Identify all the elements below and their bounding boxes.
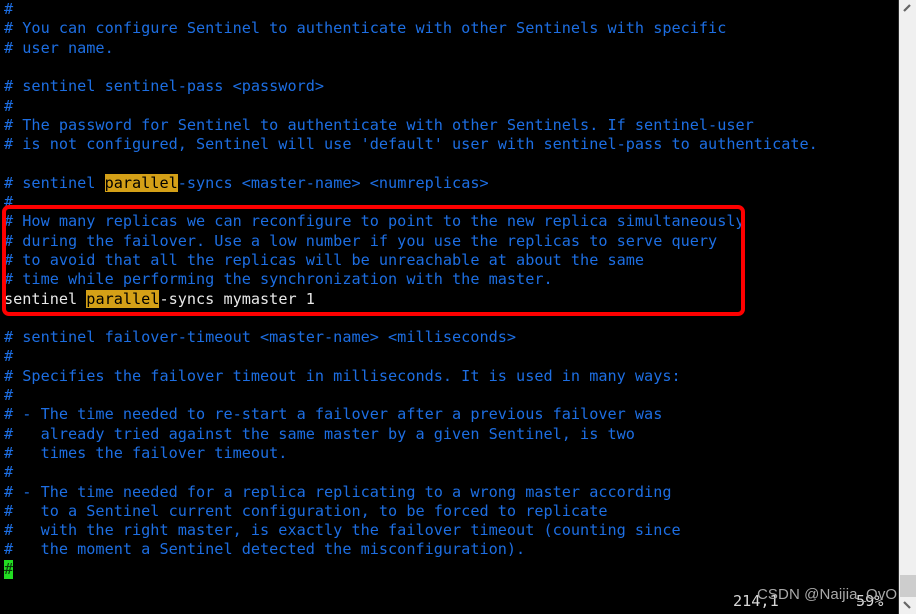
editor-line: # - The time needed to re-start a failov… — [4, 405, 663, 424]
vim-text-area[interactable]: # # You can configure Sentinel to authent… — [0, 0, 898, 614]
editor-line: # sentinel failover-timeout <master-name… — [4, 328, 517, 347]
scroll-down-arrow-icon[interactable] — [899, 597, 916, 614]
search-match-highlight: parallel — [104, 173, 178, 192]
editor-line: # Specifies the failover timeout in mill… — [4, 366, 681, 385]
editor-line: # — [4, 559, 14, 579]
editor-line: # — [4, 347, 14, 366]
editor-line: # — [4, 386, 14, 404]
editor-line: # - The time needed for a replica replic… — [4, 482, 672, 501]
editor-line: # The password for Sentinel to authentic… — [4, 115, 754, 134]
editor-line: # is not configured, Sentinel will use '… — [4, 135, 818, 154]
vertical-scrollbar[interactable] — [898, 0, 916, 614]
editor-line: # sentinel sentinel-pass <password> — [4, 77, 325, 96]
scroll-up-arrow-icon[interactable] — [899, 0, 916, 17]
editor-line: # You can configure Sentinel to authenti… — [4, 19, 727, 38]
editor-line: # time while performing the synchronizat… — [4, 270, 553, 289]
editor-line: # — [4, 0, 14, 18]
editor-line: # to a Sentinel current configuration, t… — [4, 501, 608, 520]
editor-line: # the moment a Sentinel detected the mis… — [4, 540, 526, 559]
editor-line: # — [4, 193, 14, 211]
editor-line: # How many replicas we can reconfigure t… — [4, 212, 745, 231]
csdn-watermark: CSDN @Naijia_OvO — [757, 586, 898, 603]
editor-line: # — [4, 463, 14, 482]
editor-line: # sentinel parallel-syncs <master-name> … — [4, 173, 489, 192]
editor-line: # during the failover. Use a low number … — [4, 231, 718, 250]
search-match-highlight: parallel — [86, 289, 160, 308]
editor-line: # times the failover timeout. — [4, 443, 288, 462]
editor-line: # user name. — [4, 38, 114, 57]
terminal-window: # # You can configure Sentinel to authent… — [0, 0, 916, 614]
editor-line: # — [4, 96, 14, 115]
editor-line: # already tried against the same master … — [4, 424, 635, 443]
editor-line: sentinel parallel-syncs mymaster 1 — [4, 289, 315, 308]
editor-line: # with the right master, is exactly the … — [4, 521, 681, 540]
text-cursor: # — [4, 559, 14, 579]
editor-line: # to avoid that all the replicas will be… — [4, 250, 645, 269]
